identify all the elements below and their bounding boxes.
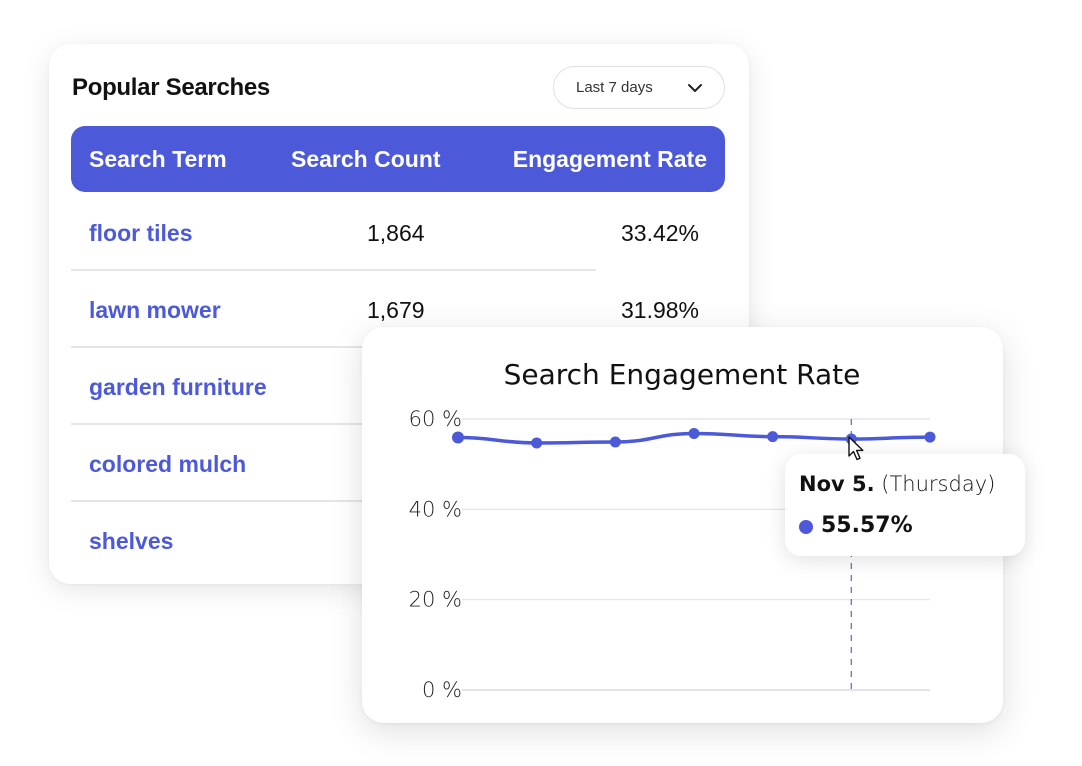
data-point[interactable] bbox=[609, 436, 621, 448]
table-header: Search Term Search Count Engagement Rate bbox=[71, 126, 725, 192]
date-range-dropdown[interactable]: Last 7 days bbox=[553, 66, 725, 109]
data-point[interactable] bbox=[452, 431, 464, 444]
data-point[interactable] bbox=[924, 431, 936, 443]
tooltip-day: (Thursday) bbox=[881, 472, 996, 496]
data-point[interactable] bbox=[531, 437, 543, 449]
search-term-link[interactable]: lawn mower bbox=[89, 297, 221, 324]
data-point[interactable] bbox=[688, 427, 700, 439]
column-header-search-count[interactable]: Search Count bbox=[291, 146, 441, 173]
popular-searches-title: Popular Searches bbox=[72, 74, 270, 101]
search-term-link[interactable]: shelves bbox=[89, 528, 173, 555]
search-count: 1,679 bbox=[367, 297, 425, 323]
tooltip-date: Nov 5. bbox=[799, 472, 875, 496]
y-axis-ticks: 0 % 20 % 40 % 60 % bbox=[409, 407, 462, 702]
column-header-engagement-rate[interactable]: Engagement Rate bbox=[513, 146, 707, 173]
chevron-down-icon bbox=[688, 84, 702, 92]
engagement-rate: 33.42% bbox=[620, 220, 699, 246]
mouse-pointer-icon bbox=[848, 436, 864, 461]
chart-tooltip: Nov 5. (Thursday) 55.57% bbox=[785, 454, 1025, 556]
table-row: floor tiles 1,864 33.42% bbox=[71, 194, 725, 271]
y-tick-label: 60 % bbox=[409, 407, 462, 431]
y-tick-label: 40 % bbox=[409, 497, 462, 521]
series-color-dot bbox=[799, 520, 813, 534]
search-term-link[interactable]: floor tiles bbox=[89, 220, 193, 247]
y-tick-label: 20 % bbox=[409, 588, 462, 612]
data-point[interactable] bbox=[767, 431, 779, 443]
column-header-search-term[interactable]: Search Term bbox=[89, 146, 227, 173]
engagement-rate: 31.98% bbox=[620, 297, 699, 323]
search-term-link[interactable]: colored mulch bbox=[89, 451, 246, 478]
tooltip-value: 55.57% bbox=[821, 513, 913, 538]
search-term-link[interactable]: garden furniture bbox=[89, 374, 267, 401]
date-range-value: Last 7 days bbox=[576, 79, 653, 96]
search-count: 1,864 bbox=[367, 220, 425, 246]
chart-title: Search Engagement Rate bbox=[504, 358, 861, 391]
y-tick-label: 0 % bbox=[422, 678, 462, 702]
